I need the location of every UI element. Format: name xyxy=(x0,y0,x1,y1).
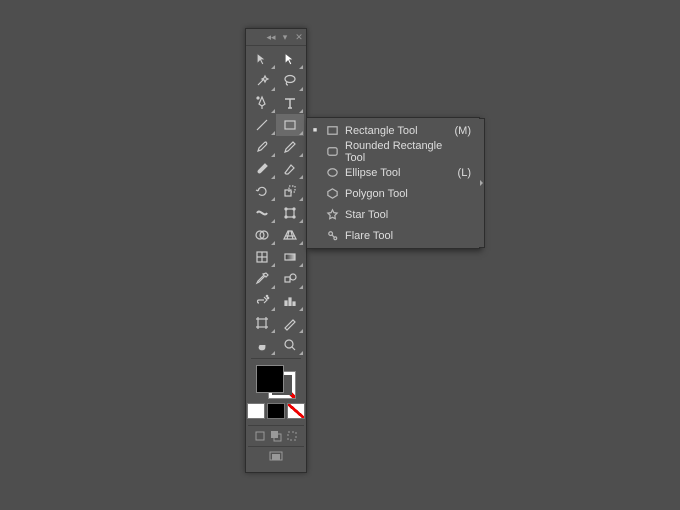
rectangle-icon xyxy=(325,124,339,138)
blob-brush-tool[interactable] xyxy=(248,158,276,180)
rectangle-tool[interactable] xyxy=(276,114,304,136)
fill-stroke-swatch[interactable] xyxy=(256,365,296,399)
draw-mode-row xyxy=(248,425,304,446)
hand-tool[interactable] xyxy=(248,334,276,356)
pencil-tool[interactable] xyxy=(276,136,304,158)
free-transform-tool[interactable] xyxy=(276,202,304,224)
divider xyxy=(251,358,301,359)
column-graph-tool[interactable] xyxy=(276,290,304,312)
shape-builder-tool[interactable] xyxy=(248,224,276,246)
lasso-tool[interactable] xyxy=(276,70,304,92)
screen-mode-button[interactable] xyxy=(268,451,284,466)
tools-panel: ◂◂ ▾ ✕ xyxy=(245,28,307,473)
color-mode-none[interactable] xyxy=(287,403,305,419)
flyout-label: Ellipse Tool xyxy=(345,167,452,179)
color-mode-row xyxy=(247,403,305,419)
perspective-grid-tool[interactable] xyxy=(276,224,304,246)
selection-tool[interactable] xyxy=(248,48,276,70)
zoom-tool[interactable] xyxy=(276,334,304,356)
close-button[interactable]: ✕ xyxy=(294,32,304,42)
gradient-tool[interactable] xyxy=(276,246,304,268)
direct-selection-tool[interactable] xyxy=(276,48,304,70)
tool-grid xyxy=(246,46,306,472)
line-segment-tool[interactable] xyxy=(248,114,276,136)
type-tool[interactable] xyxy=(276,92,304,114)
blend-tool[interactable] xyxy=(276,268,304,290)
panel-menu-button[interactable]: ▾ xyxy=(280,32,290,42)
flyout-shortcut: (L) xyxy=(458,167,471,179)
paintbrush-tool[interactable] xyxy=(248,136,276,158)
eyedropper-tool[interactable] xyxy=(248,268,276,290)
fill-swatch[interactable] xyxy=(256,365,284,393)
screen-mode-row xyxy=(248,446,304,470)
flyout-item-star[interactable]: Star Tool xyxy=(307,204,479,225)
magic-wand-tool[interactable] xyxy=(248,70,276,92)
color-mode-gradient[interactable] xyxy=(267,403,285,419)
flyout-item-flare[interactable]: Flare Tool xyxy=(307,225,479,246)
pen-tool[interactable] xyxy=(248,92,276,114)
eraser-tool[interactable] xyxy=(276,158,304,180)
flyout-item-ellipse[interactable]: Ellipse Tool (L) xyxy=(307,162,479,183)
slice-tool[interactable] xyxy=(276,312,304,334)
flare-icon xyxy=(325,229,339,243)
polygon-icon xyxy=(325,187,339,201)
symbol-sprayer-tool[interactable] xyxy=(248,290,276,312)
width-tool[interactable] xyxy=(248,202,276,224)
flyout-label: Flare Tool xyxy=(345,230,465,242)
draw-behind-icon[interactable] xyxy=(269,429,283,443)
flyout-item-rectangle[interactable]: ■ Rectangle Tool (M) xyxy=(307,120,479,141)
rounded-rectangle-icon xyxy=(325,145,339,159)
flyout-item-rounded-rectangle[interactable]: Rounded Rectangle Tool xyxy=(307,141,479,162)
flyout-shortcut: (M) xyxy=(455,125,472,137)
shape-tool-flyout: ■ Rectangle Tool (M) Rounded Rectangle T… xyxy=(306,117,480,249)
flyout-label: Rectangle Tool xyxy=(345,125,449,137)
ellipse-icon xyxy=(325,166,339,180)
collapse-button[interactable]: ◂◂ xyxy=(266,32,276,42)
flyout-tearoff-handle[interactable] xyxy=(479,118,485,248)
color-mode-color[interactable] xyxy=(247,403,265,419)
rotate-tool[interactable] xyxy=(248,180,276,202)
flyout-label: Star Tool xyxy=(345,209,465,221)
flyout-label: Polygon Tool xyxy=(345,188,465,200)
artboard-tool[interactable] xyxy=(248,312,276,334)
flyout-label: Rounded Rectangle Tool xyxy=(345,140,465,164)
star-icon xyxy=(325,208,339,222)
panel-header: ◂◂ ▾ ✕ xyxy=(246,29,306,46)
mesh-tool[interactable] xyxy=(248,246,276,268)
draw-inside-icon[interactable] xyxy=(285,429,299,443)
color-swatch-area xyxy=(248,361,304,425)
check-icon: ■ xyxy=(311,127,319,134)
scale-tool[interactable] xyxy=(276,180,304,202)
draw-normal-icon[interactable] xyxy=(253,429,267,443)
flyout-item-polygon[interactable]: Polygon Tool xyxy=(307,183,479,204)
